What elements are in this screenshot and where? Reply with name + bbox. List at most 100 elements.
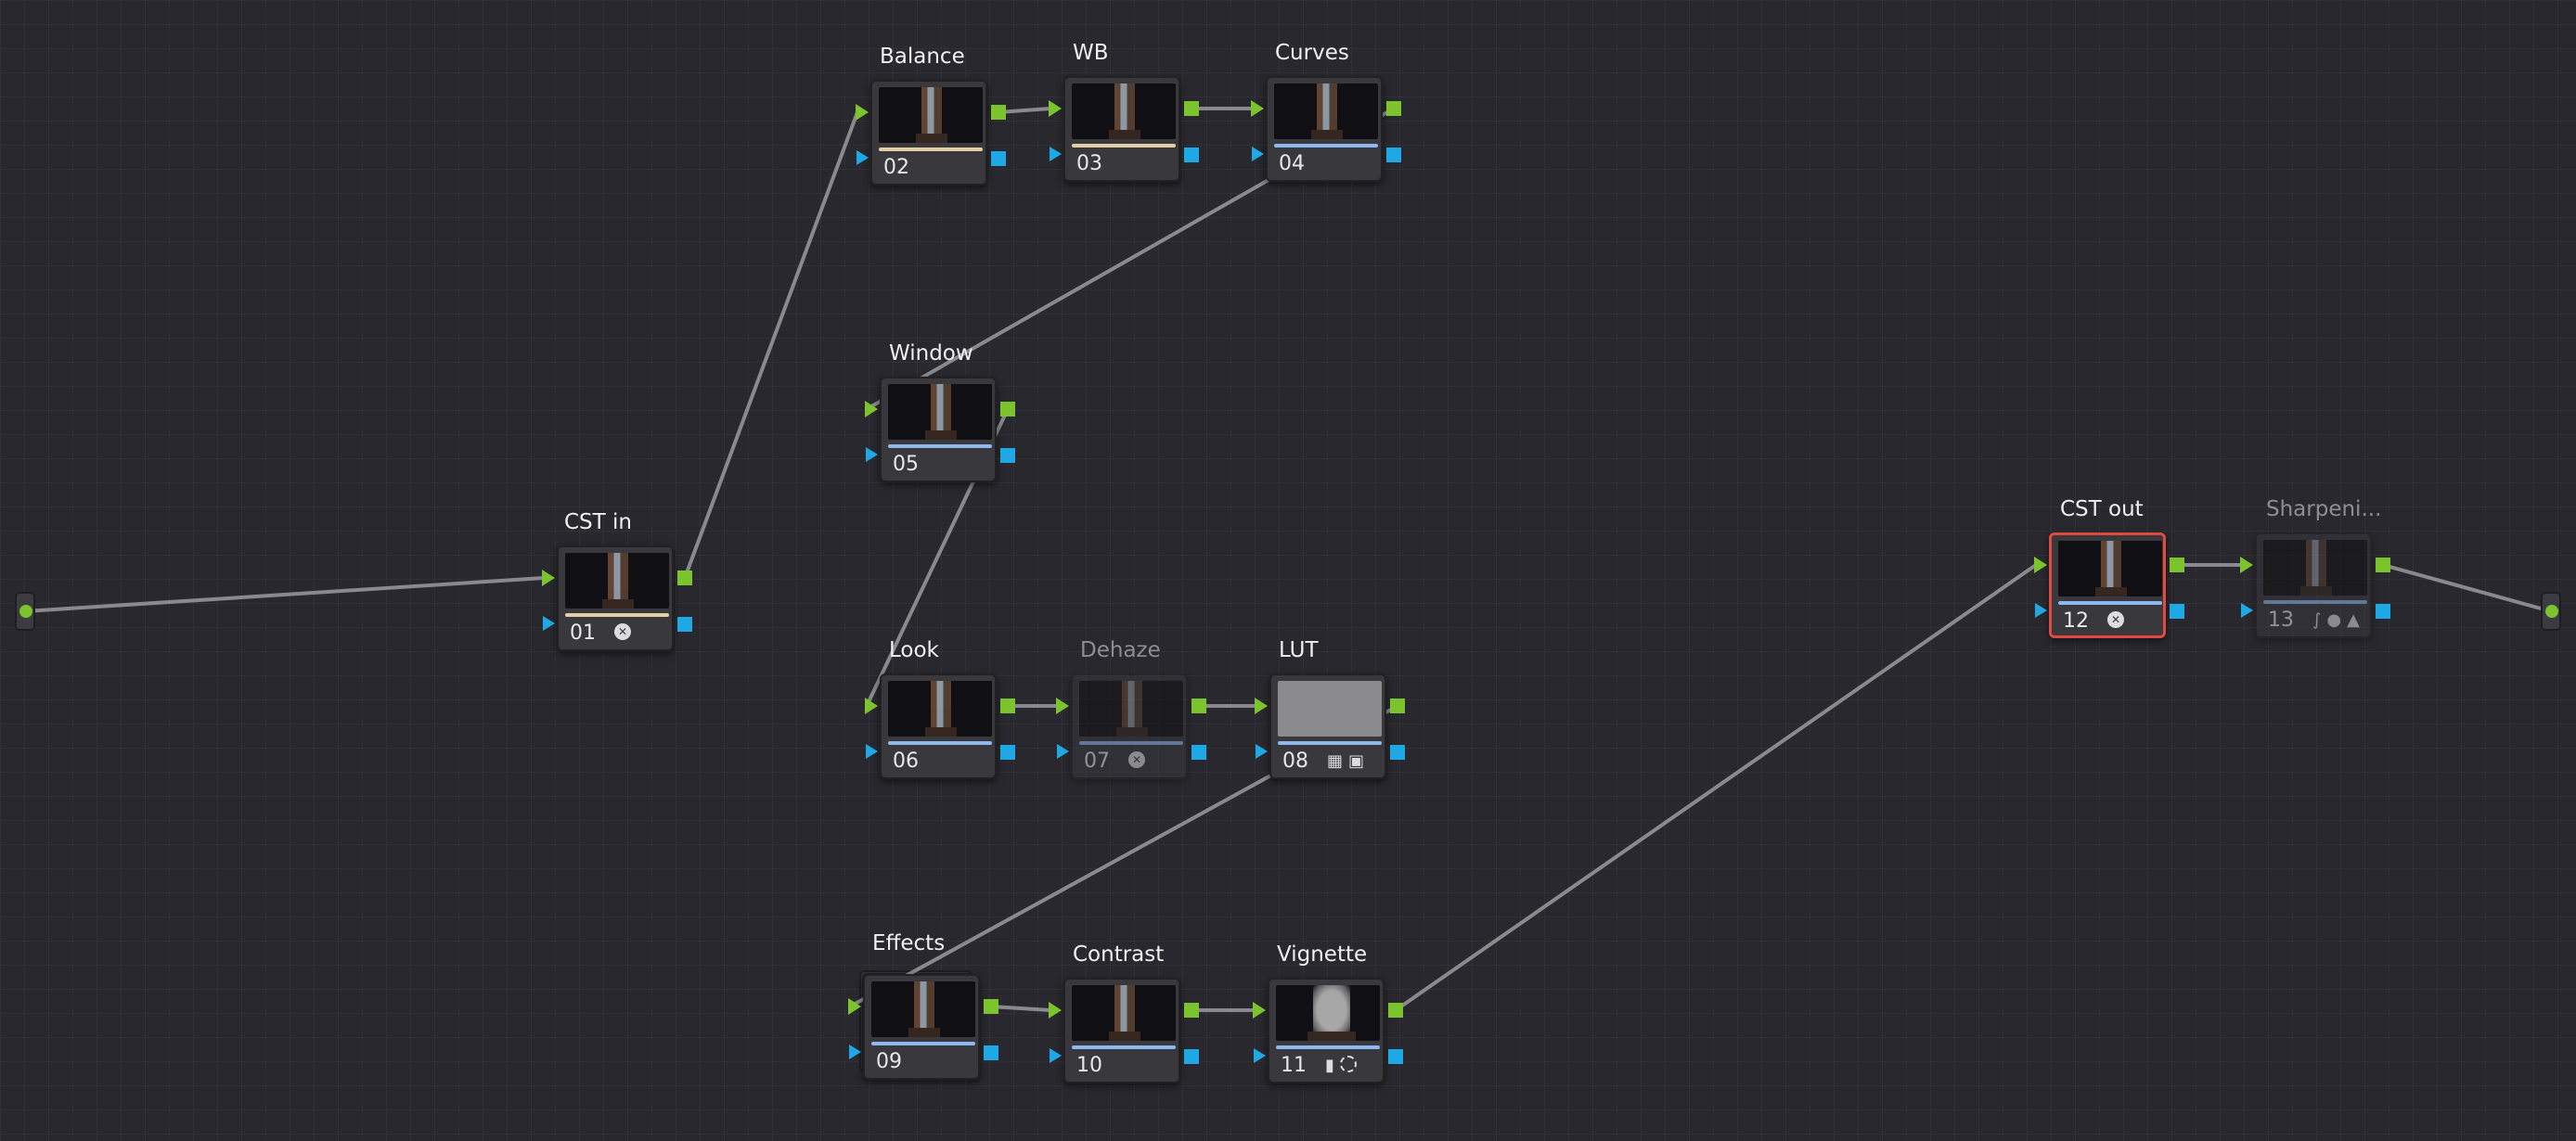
rgb-input-port[interactable] (1255, 698, 1268, 714)
source-output-port[interactable] (19, 605, 32, 618)
key-output-port[interactable] (1386, 147, 1401, 162)
node-label[interactable]: Curves (1275, 41, 1349, 65)
key-output-port[interactable] (2170, 604, 2184, 619)
key-input-port[interactable] (849, 1045, 861, 1059)
node-label[interactable]: Sharpeni... (2266, 497, 2381, 521)
node-number: 03 (1076, 152, 1102, 175)
rgb-input-port[interactable] (1049, 1002, 1062, 1019)
node-label[interactable]: WB (1073, 41, 1109, 65)
node-05[interactable]: 05 (880, 377, 997, 482)
rgb-output-port[interactable] (1000, 699, 1015, 713)
node-color-bar (1079, 741, 1183, 745)
node-label[interactable]: Window (889, 341, 973, 365)
node-11[interactable]: 11 ▮ (1268, 978, 1385, 1083)
node-04[interactable]: 04 (1266, 76, 1383, 182)
rgb-output-port[interactable] (1388, 1003, 1403, 1018)
thumbnail-image (1307, 985, 1356, 1041)
source-input[interactable] (15, 592, 35, 631)
wire-source-n01[interactable] (23, 576, 546, 613)
wire-n01-n02[interactable] (683, 110, 859, 580)
key-output-port[interactable] (1000, 448, 1015, 463)
rgb-input-port[interactable] (1056, 698, 1069, 714)
drop-icon: ● (2326, 610, 2342, 630)
key-input-port[interactable] (1050, 1048, 1062, 1063)
node-number: 05 (893, 453, 919, 476)
node-label[interactable]: CST in (564, 510, 632, 534)
rgb-input-port[interactable] (848, 998, 861, 1015)
node-label[interactable]: Vignette (1277, 942, 1367, 967)
wire-n09-n10[interactable] (989, 1005, 1052, 1012)
key-input-port[interactable] (1057, 744, 1069, 759)
node-02[interactable]: 02 (870, 80, 987, 186)
rgb-input-port[interactable] (1253, 1002, 1266, 1019)
key-output-port[interactable] (1184, 1049, 1199, 1064)
key-input-port[interactable] (866, 744, 878, 759)
wire-n11-n12[interactable] (1394, 563, 2038, 1012)
node-badges: ✕ (2107, 611, 2124, 628)
key-input-port[interactable] (2241, 603, 2253, 618)
node-label[interactable]: LUT (1279, 638, 1319, 662)
node-label[interactable]: Contrast (1073, 942, 1164, 967)
rgb-input-port[interactable] (2240, 557, 2253, 573)
rgb-output-port[interactable] (1386, 101, 1401, 116)
node-label[interactable]: CST out (2060, 497, 2144, 521)
rgb-output-port[interactable] (984, 999, 998, 1014)
key-input-port[interactable] (543, 616, 555, 631)
node-label[interactable]: Effects (872, 931, 945, 955)
rgb-input-port[interactable] (2034, 557, 2047, 573)
key-input-port[interactable] (1256, 744, 1268, 759)
rgb-input-port[interactable] (1049, 100, 1062, 117)
node-06[interactable]: 06 (880, 673, 997, 779)
rgb-output-port[interactable] (2170, 558, 2184, 572)
key-output-port[interactable] (677, 617, 692, 632)
final-output[interactable] (2541, 592, 2561, 631)
node-13[interactable]: 13 ∫ ● ▲ (2255, 532, 2372, 638)
key-output-port[interactable] (1184, 147, 1199, 162)
key-input-port[interactable] (1254, 1048, 1266, 1063)
node-label[interactable]: Dehaze (1080, 638, 1161, 662)
key-input-port[interactable] (857, 150, 869, 165)
rgb-input-port[interactable] (865, 401, 878, 417)
key-output-port[interactable] (991, 151, 1006, 166)
node-graph-canvas[interactable]: 01 ✕ CST in 02 Balance 03 WB 04 Curves 05 Window 06… (0, 0, 2576, 1141)
node-08[interactable]: 08 ▦ ▣ (1269, 673, 1386, 779)
node-09[interactable]: 09 (859, 970, 980, 1080)
rgb-output-port[interactable] (677, 570, 692, 585)
rgb-input-port[interactable] (542, 570, 555, 586)
wire-n02-n03[interactable] (997, 107, 1052, 114)
key-input-port[interactable] (2035, 603, 2047, 618)
rgb-output-port[interactable] (1191, 699, 1206, 713)
rgb-input-port[interactable] (865, 698, 878, 714)
rgb-output-port[interactable] (991, 105, 1006, 120)
node-01[interactable]: 01 ✕ (557, 545, 674, 651)
node-label[interactable]: Balance (880, 45, 965, 69)
rgb-output-port[interactable] (1390, 699, 1405, 713)
key-output-port[interactable] (1000, 745, 1015, 760)
rgb-output-port[interactable] (2376, 558, 2390, 572)
node-label[interactable]: Look (889, 638, 939, 662)
rgb-output-port[interactable] (1184, 101, 1199, 116)
rgb-output-port[interactable] (1000, 402, 1015, 417)
key-input-port[interactable] (866, 447, 878, 462)
key-output-port[interactable] (1390, 745, 1405, 760)
key-output-port[interactable] (1191, 745, 1206, 760)
key-input-port[interactable] (1050, 147, 1062, 161)
lut-icon: ▣ (1348, 751, 1365, 771)
key-input-port[interactable] (1252, 147, 1264, 161)
node-thumbnail (1278, 681, 1382, 737)
node-12[interactable]: 12 ✕ (2049, 532, 2166, 638)
key-output-port[interactable] (1388, 1049, 1403, 1064)
rgb-input-port[interactable] (856, 104, 869, 121)
key-output-port[interactable] (2376, 604, 2390, 619)
node-number: 12 (2063, 609, 2089, 633)
rgb-output-port[interactable] (1184, 1003, 1199, 1018)
node-10[interactable]: 10 (1063, 978, 1180, 1083)
node-badges: ▮ (1325, 1056, 1357, 1075)
node-07[interactable]: 07 ✕ (1071, 673, 1188, 779)
node-color-bar (1072, 144, 1176, 147)
key-output-port[interactable] (984, 1045, 998, 1060)
final-input-port[interactable] (2545, 605, 2558, 618)
rgb-input-port[interactable] (1251, 100, 1264, 117)
node-03[interactable]: 03 (1063, 76, 1180, 182)
wire-n13-output[interactable] (2381, 563, 2553, 613)
